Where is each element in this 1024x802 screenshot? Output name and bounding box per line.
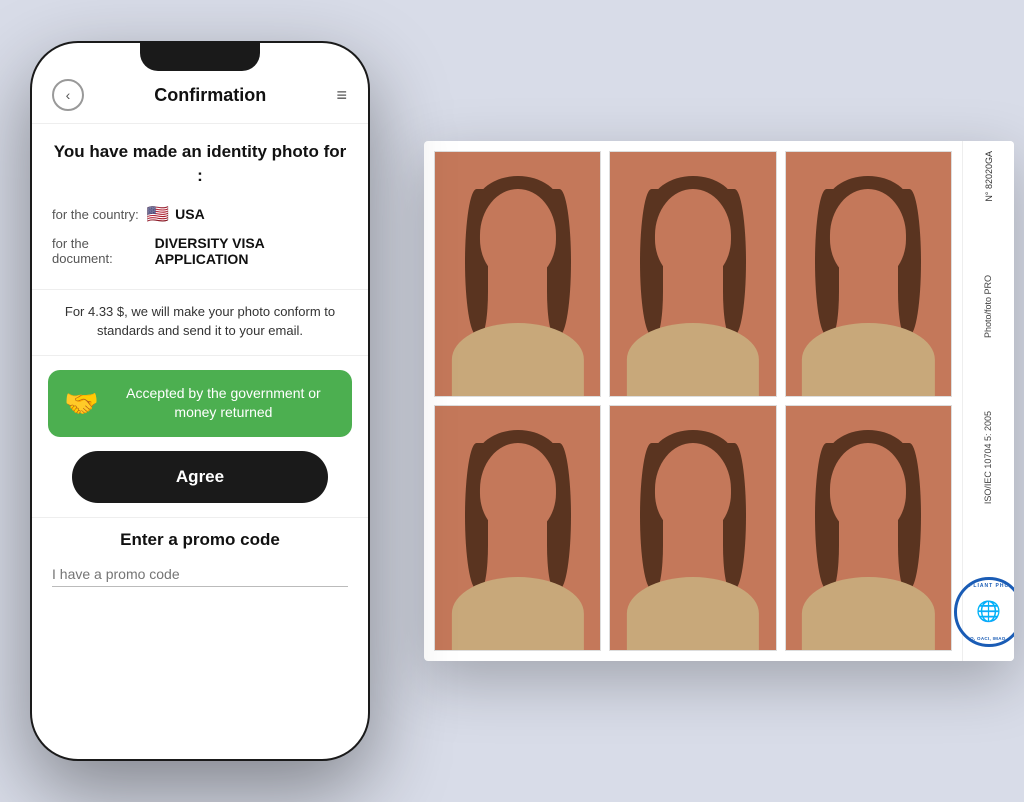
guarantee-text: Accepted by the government or money retu…	[111, 384, 336, 423]
promo-title: Enter a promo code	[52, 530, 348, 550]
country-label: for the country:	[52, 207, 139, 222]
phone-content: You have made an identity photo for : fo…	[32, 124, 368, 759]
photo-cell-2	[609, 151, 776, 397]
hair-right-4	[547, 443, 570, 589]
nav-title: Confirmation	[154, 85, 266, 106]
photo-cell-4	[434, 405, 601, 651]
promo-input[interactable]	[52, 562, 348, 587]
handshake-icon: 🤝	[64, 387, 99, 420]
agree-button[interactable]: Agree	[72, 451, 328, 503]
photo-cell-6	[785, 405, 952, 651]
promo-section: Enter a promo code	[32, 517, 368, 607]
document-label: for the document:	[52, 236, 147, 266]
identity-section: You have made an identity photo for : fo…	[32, 124, 368, 290]
country-row: for the country: 🇺🇸 USA	[52, 204, 348, 225]
back-button[interactable]: ‹	[52, 79, 84, 111]
badge-top-text: COMPLIANT PHOTOS	[954, 583, 1014, 589]
photo-grid	[424, 141, 962, 661]
body-2	[627, 323, 759, 396]
brand-label: Photo/foto PRO	[983, 275, 995, 338]
price-section: For 4.33 $, we will make your photo conf…	[32, 290, 368, 356]
menu-button[interactable]: ≡	[336, 85, 348, 106]
head-5	[655, 443, 731, 536]
standard-label: ISO/IEC 10704 5: 2005	[983, 411, 995, 504]
body-4	[452, 577, 584, 650]
photo-number: N° 82020GA	[984, 151, 994, 202]
head-6	[830, 443, 906, 536]
body-3	[802, 323, 934, 396]
flag-icon: 🇺🇸	[147, 204, 169, 225]
phone-notch	[140, 43, 260, 71]
document-value: DIVERSITY VISA APPLICATION	[155, 235, 348, 267]
compliant-badge: COMPLIANT PHOTOS 🌐 ICAO, OACI, IMAО, FO	[954, 577, 1015, 647]
badge-bottom-text: ICAO, OACI, IMAО, FO	[962, 636, 1015, 641]
hair-right-5	[723, 443, 746, 589]
head-4	[480, 443, 556, 536]
hair-right-6	[898, 443, 921, 589]
hair-right-1	[547, 189, 570, 335]
menu-icon: ≡	[336, 85, 348, 105]
body-6	[802, 577, 934, 650]
body-5	[627, 577, 759, 650]
badge-globe-icon: 🌐	[976, 599, 1001, 624]
photo-cell-3	[785, 151, 952, 397]
body-1	[452, 323, 584, 396]
nav-bar: ‹ Confirmation ≡	[32, 71, 368, 124]
phone-frame: ‹ Confirmation ≡ You have made an identi…	[30, 41, 370, 761]
guarantee-banner: 🤝 Accepted by the government or money re…	[48, 370, 352, 437]
photo-cell-5	[609, 405, 776, 651]
head-3	[830, 189, 906, 282]
country-value: 🇺🇸 USA	[147, 204, 205, 225]
hair-right-2	[723, 189, 746, 335]
identity-title: You have made an identity photo for :	[52, 140, 348, 188]
scene: ‹ Confirmation ≡ You have made an identi…	[0, 0, 1024, 802]
hair-right-3	[898, 189, 921, 335]
back-icon: ‹	[66, 87, 71, 103]
price-text: For 4.33 $, we will make your photo conf…	[52, 302, 348, 341]
document-row: for the document: DIVERSITY VISA APPLICA…	[52, 235, 348, 267]
photo-sheet: N° 82020GA Photo/foto PRO ISO/IEC 10704 …	[424, 141, 1014, 661]
country-name: USA	[175, 206, 205, 222]
head-1	[480, 189, 556, 282]
photo-cell-1	[434, 151, 601, 397]
photo-sheet-sidebar: N° 82020GA Photo/foto PRO ISO/IEC 10704 …	[962, 141, 1014, 661]
head-2	[655, 189, 731, 282]
